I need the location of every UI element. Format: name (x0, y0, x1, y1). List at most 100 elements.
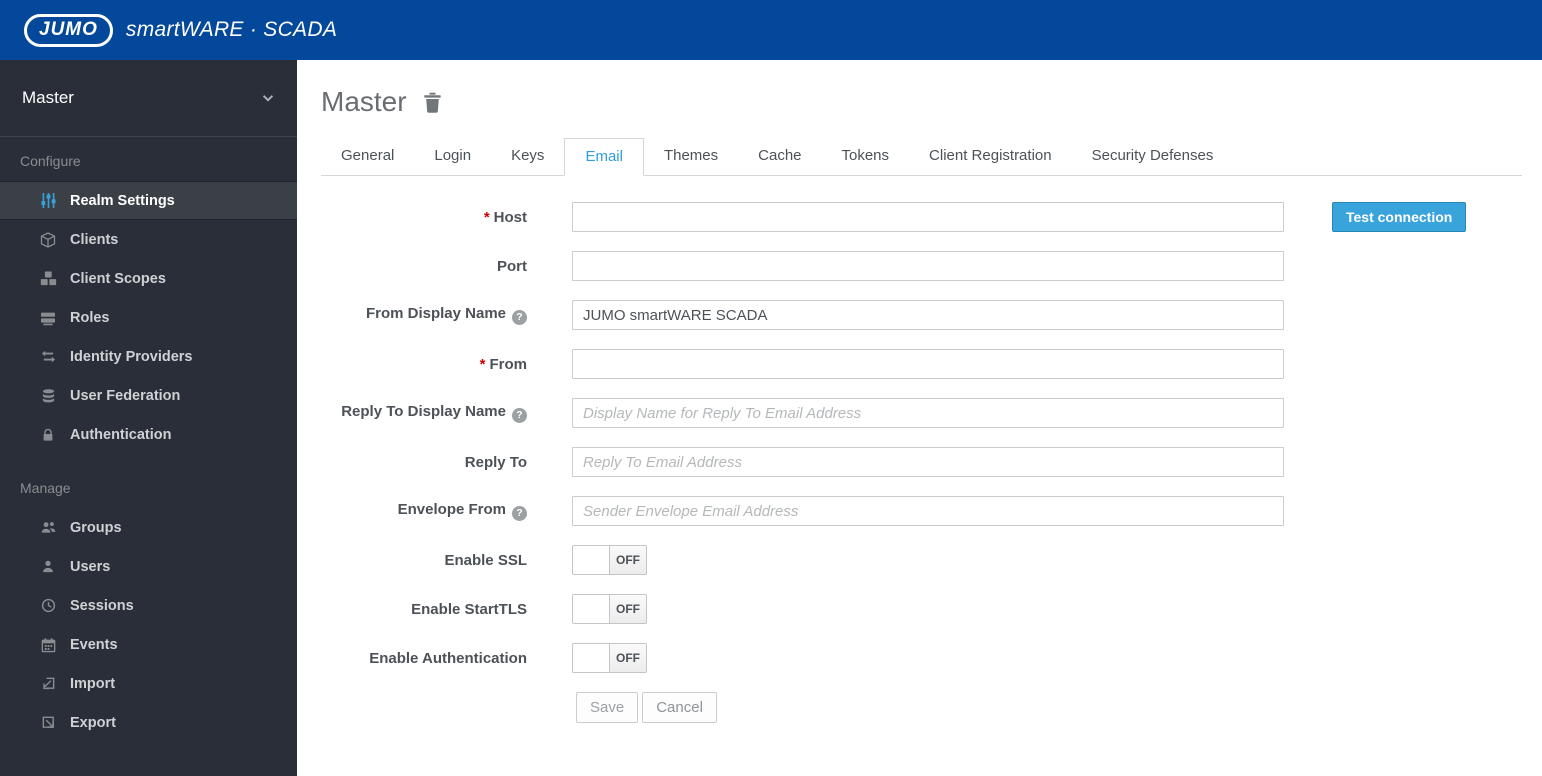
test-connection-button[interactable]: Test connection (1332, 202, 1467, 232)
sidebar-item-sessions[interactable]: Sessions (0, 586, 297, 625)
sidebar: Master Configure Realm Settings Clients … (0, 60, 297, 776)
form-row-host: * Host Test connection (297, 202, 1542, 232)
export-icon (38, 715, 58, 730)
reply-to-input[interactable] (572, 447, 1284, 477)
sidebar-item-label: User Federation (70, 387, 181, 404)
cancel-button[interactable]: Cancel (642, 692, 717, 723)
tab-tokens[interactable]: Tokens (822, 138, 910, 176)
realm-title-text: Master (321, 86, 407, 117)
reply-to-label: Reply To (464, 453, 527, 471)
enable-ssl-toggle[interactable]: OFF (572, 545, 647, 575)
sidebar-item-user-federation[interactable]: User Federation (0, 376, 297, 415)
port-input[interactable] (572, 251, 1284, 281)
sidebar-item-label: Roles (70, 309, 110, 326)
sidebar-item-label: Clients (70, 231, 119, 248)
host-label: * Host (483, 208, 527, 226)
sidebar-item-clients[interactable]: Clients (0, 220, 297, 259)
from-input[interactable] (572, 349, 1284, 379)
cubes-icon (38, 270, 58, 287)
form-actions: Save Cancel (297, 692, 1542, 723)
form-row-enable-authentication: Enable Authentication OFF (297, 643, 1542, 673)
help-icon[interactable]: ? (512, 309, 527, 325)
trash-icon[interactable] (423, 92, 442, 113)
form-row-reply-to: Reply To (297, 447, 1542, 477)
sidebar-item-label: Identity Providers (70, 348, 193, 365)
sidebar-item-label: Events (70, 636, 118, 653)
product-name: smartWARE · SCADA (125, 18, 338, 41)
toggle-state-label: OFF (616, 602, 640, 616)
exchange-arrows-icon (38, 349, 58, 364)
from-label: * From (479, 355, 527, 373)
sidebar-item-label: Realm Settings (70, 192, 175, 209)
from-display-name-label: From Display Name? (321, 305, 527, 325)
sidebar-item-import[interactable]: Import (0, 664, 297, 703)
email-settings-form: * Host Test connection Port From Display … (297, 202, 1542, 723)
page-title: Master (321, 86, 1542, 118)
envelope-from-label: Envelope From? (321, 501, 527, 521)
form-row-port: Port (297, 251, 1542, 281)
tab-cache[interactable]: Cache (738, 138, 821, 176)
tab-themes[interactable]: Themes (644, 138, 738, 176)
chevron-down-icon (261, 91, 275, 105)
envelope-from-input[interactable] (572, 496, 1284, 526)
sidebar-item-events[interactable]: Events (0, 625, 297, 664)
port-label: Port (497, 257, 527, 275)
required-marker: * (483, 208, 490, 226)
realm-selector-label: Master (22, 88, 74, 107)
form-row-enable-starttls: Enable StartTLS OFF (297, 594, 1542, 624)
sidebar-item-client-scopes[interactable]: Client Scopes (0, 259, 297, 298)
enable-starttls-toggle[interactable]: OFF (572, 594, 647, 624)
clock-icon (38, 598, 58, 613)
sidebar-item-authentication[interactable]: Authentication (0, 415, 297, 454)
required-marker: * (479, 355, 486, 373)
tab-general[interactable]: General (321, 138, 414, 176)
sidebar-section-configure: Configure (20, 153, 81, 169)
reply-to-display-name-label: Reply To Display Name? (321, 403, 527, 423)
tab-email[interactable]: Email (564, 138, 644, 176)
sidebar-item-identity-providers[interactable]: Identity Providers (0, 337, 297, 376)
help-icon[interactable]: ? (512, 505, 527, 521)
form-row-enable-ssl: Enable SSL OFF (297, 545, 1542, 575)
toggle-handle (573, 546, 610, 574)
list-icon (38, 310, 58, 326)
from-display-name-input[interactable] (572, 300, 1284, 330)
sidebar-item-label: Users (70, 558, 111, 575)
database-icon (38, 388, 58, 404)
sidebar-item-realm-settings[interactable]: Realm Settings (0, 181, 297, 220)
tab-security-defenses[interactable]: Security Defenses (1072, 138, 1234, 176)
toggle-handle (573, 644, 610, 672)
tab-client-registration[interactable]: Client Registration (909, 138, 1072, 176)
sidebar-item-export[interactable]: Export (0, 703, 297, 742)
sidebar-item-roles[interactable]: Roles (0, 298, 297, 337)
toggle-state-label: OFF (616, 553, 640, 567)
app-header: JUMO smartWARE · SCADA (0, 0, 1542, 60)
save-button[interactable]: Save (576, 692, 639, 723)
tab-keys[interactable]: Keys (491, 138, 564, 176)
sidebar-item-label: Client Scopes (70, 270, 166, 287)
form-row-from-display-name: From Display Name? (297, 300, 1542, 330)
sidebar-section-manage: Manage (20, 480, 71, 496)
sidebar-item-users[interactable]: Users (0, 547, 297, 586)
help-icon[interactable]: ? (512, 407, 527, 423)
enable-starttls-label: Enable StartTLS (411, 600, 527, 618)
enable-authentication-toggle[interactable]: OFF (572, 643, 647, 673)
form-row-from: * From (297, 349, 1542, 379)
import-icon (38, 676, 58, 691)
toggle-handle (573, 595, 610, 623)
calendar-icon (38, 637, 58, 653)
user-icon (38, 559, 58, 574)
brand-logo[interactable]: JUMO smartWARE · SCADA (24, 13, 338, 47)
enable-ssl-label: Enable SSL (444, 551, 527, 569)
form-row-reply-to-display-name: Reply To Display Name? (297, 398, 1542, 428)
tab-login[interactable]: Login (414, 138, 491, 176)
enable-authentication-label: Enable Authentication (369, 649, 527, 667)
sidebar-item-groups[interactable]: Groups (0, 508, 297, 547)
realm-selector[interactable]: Master (0, 60, 297, 137)
main-content: Master General Login Keys Email Themes C… (297, 60, 1542, 776)
form-row-envelope-from: Envelope From? (297, 496, 1542, 526)
lock-icon (38, 427, 58, 443)
sliders-icon (38, 192, 58, 209)
host-input[interactable] (572, 202, 1284, 232)
sidebar-item-label: Sessions (70, 597, 134, 614)
reply-to-display-name-input[interactable] (572, 398, 1284, 428)
